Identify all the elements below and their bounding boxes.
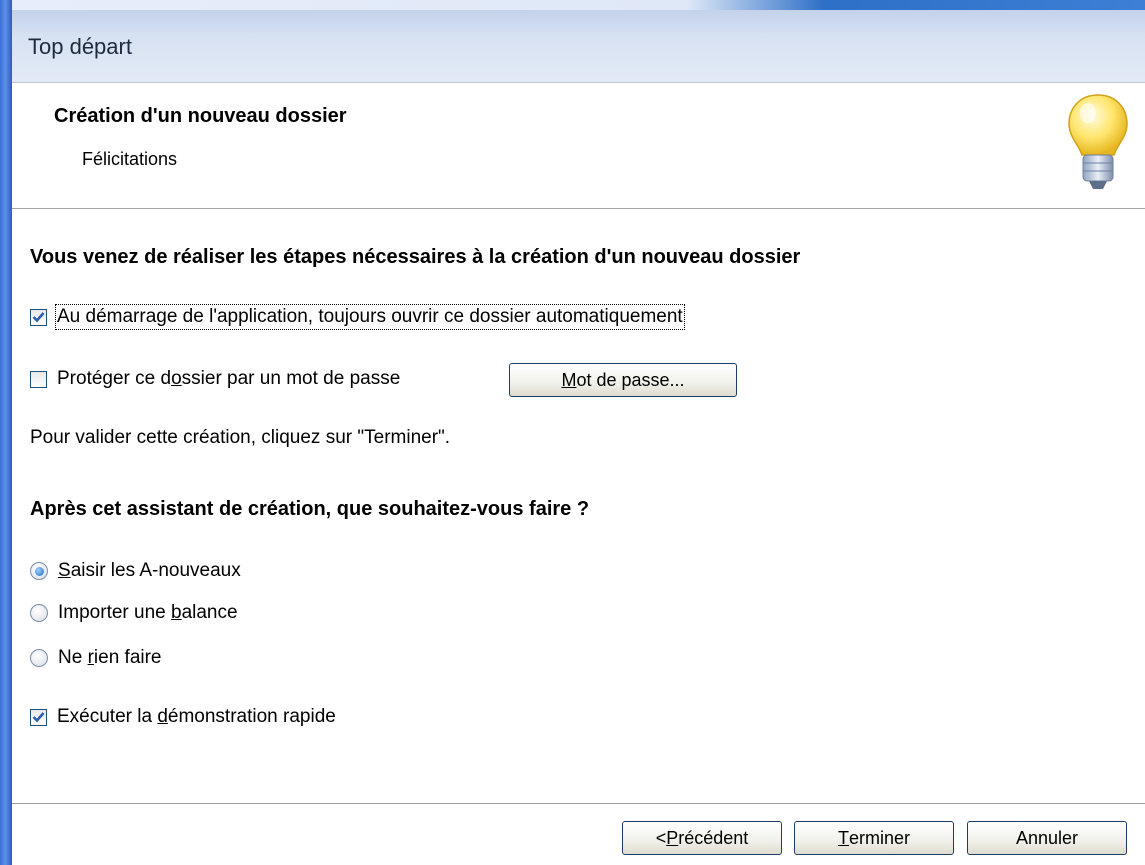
title-bar[interactable]: Top départ	[12, 10, 1145, 83]
radio-label-part: Importer une	[58, 602, 171, 623]
next-step-heading: Après cet assistant de création, que sou…	[30, 498, 590, 520]
auto-open-label: Au démarrage de l'application, toujours …	[55, 304, 685, 330]
radio-label-hotkey: S	[58, 560, 71, 581]
radio-importer-label: Importer une balance	[58, 602, 238, 624]
radio-saisir-label: Saisir les A-nouveaux	[58, 560, 241, 582]
radio-label-part: ien faire	[93, 647, 162, 668]
back-button[interactable]: < Précédent	[622, 821, 782, 855]
checkmark-icon	[32, 312, 45, 323]
window-top-edge	[0, 0, 1145, 10]
radio-label-part: aisir les A-nouveaux	[70, 560, 241, 581]
password-button-hotkey: M	[561, 369, 577, 390]
radio-importer-balance[interactable]	[30, 604, 48, 622]
radio-option-saisir[interactable]: Saisir les A-nouveaux	[30, 560, 241, 582]
protect-password-label: Protéger ce dossier par un mot de passe	[57, 368, 400, 390]
validate-note: Pour valider cette création, cliquez sur…	[30, 427, 451, 448]
wizard-subtitle: Félicitations	[82, 149, 178, 169]
password-button[interactable]: Mot de passe...	[509, 363, 737, 397]
finish-button[interactable]: Terminer	[794, 821, 954, 855]
demo-checkbox-row[interactable]: Exécuter la démonstration rapide	[30, 706, 336, 728]
cancel-button[interactable]: Annuler	[967, 821, 1127, 855]
protect-label-part: Protéger ce d	[57, 368, 172, 389]
protect-checkbox-row[interactable]: Protéger ce dossier par un mot de passe	[30, 368, 400, 390]
demo-label: Exécuter la démonstration rapide	[57, 706, 336, 728]
radio-rien-label: Ne rien faire	[58, 647, 162, 669]
radio-saisir-a-nouveaux[interactable]	[30, 562, 48, 580]
wizard-content: Vous venez de réaliser les étapes nécess…	[12, 209, 1145, 865]
protect-label-hotkey: o	[171, 368, 182, 389]
back-button-hotkey: P	[666, 827, 679, 848]
finish-button-hotkey: T	[837, 827, 849, 848]
wizard-title: Création d'un nouveau dossier	[54, 105, 347, 127]
lightbulb-icon	[1068, 94, 1128, 189]
protect-password-checkbox[interactable]	[30, 370, 47, 388]
radio-selected-dot	[34, 566, 44, 576]
radio-label-part: alance	[181, 602, 238, 623]
radio-option-importer[interactable]: Importer une balance	[30, 602, 238, 624]
checkmark-icon	[32, 712, 45, 723]
footer-divider	[12, 803, 1145, 805]
window-left-edge	[0, 0, 12, 865]
password-button-label: ot de passe...	[576, 369, 685, 390]
completion-heading: Vous venez de réaliser les étapes nécess…	[30, 246, 801, 268]
auto-open-checkbox-row[interactable]: Au démarrage de l'application, toujours …	[30, 304, 685, 330]
radio-label-part: Ne	[58, 647, 88, 668]
radio-label-hotkey: b	[171, 602, 182, 623]
radio-ne-rien-faire[interactable]	[30, 649, 48, 667]
demo-checkbox[interactable]	[30, 708, 47, 726]
demo-label-part: émonstration rapide	[167, 706, 336, 727]
protect-label-part: ssier par un mot de passe	[181, 368, 401, 389]
demo-label-hotkey: d	[157, 706, 168, 727]
finish-button-part: erminer	[848, 827, 910, 848]
radio-option-rien[interactable]: Ne rien faire	[30, 647, 162, 669]
back-button-part: <	[655, 827, 667, 848]
demo-label-part: Exécuter la	[57, 706, 158, 727]
wizard-header: Création d'un nouveau dossier Félicitati…	[12, 83, 1145, 209]
back-button-part: récédent	[678, 827, 749, 848]
auto-open-checkbox[interactable]	[30, 308, 47, 326]
window-title: Top départ	[28, 34, 132, 59]
